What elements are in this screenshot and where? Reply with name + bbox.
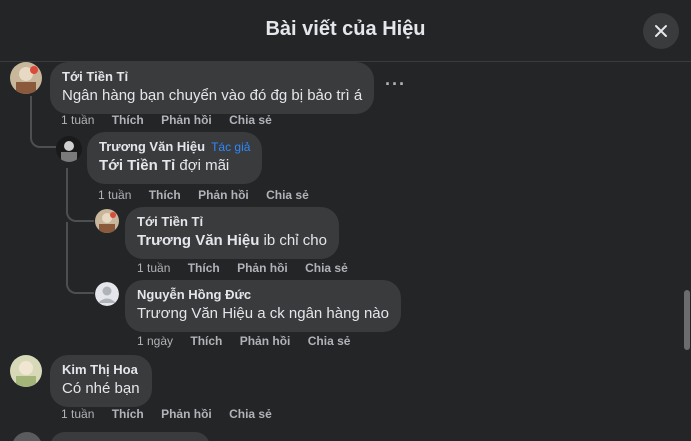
share-button[interactable]: Chia sẻ xyxy=(229,407,272,421)
comment-author[interactable]: Tới Tiền Tỉ xyxy=(137,214,327,230)
thread-line xyxy=(66,222,94,294)
like-button[interactable]: Thích xyxy=(112,113,144,127)
mention-link[interactable]: Trương Văn Hiệu xyxy=(137,232,259,249)
share-button[interactable]: Chia sẻ xyxy=(305,261,348,275)
comment-actions: 1 tuần Thích Phản hồi Chia sẻ xyxy=(137,261,362,275)
comment-actions: 1 ngày Thích Phản hồi Chia sẻ xyxy=(137,334,364,348)
more-options-icon[interactable]: ··· xyxy=(385,74,406,95)
reply-button[interactable]: Phản hồi xyxy=(237,261,288,275)
scrollbar-thumb[interactable] xyxy=(684,290,690,350)
avatar[interactable] xyxy=(95,282,119,306)
comment-time[interactable]: 1 tuần xyxy=(98,188,131,202)
like-button[interactable]: Thích xyxy=(112,407,144,421)
close-button[interactable] xyxy=(643,13,679,49)
reply-button[interactable]: Phản hồi xyxy=(161,113,212,127)
comment-bubble: Kim Thị Hoa Có nhé bạn xyxy=(50,355,152,407)
comment-actions: 1 tuần Thích Phản hồi Chia sẻ xyxy=(61,113,286,127)
comment-bubble: Tới Tiền Tỉ Trương Văn Hiệu ib chỉ cho xyxy=(125,207,339,259)
scrollbar[interactable] xyxy=(683,62,691,441)
comment-text: a ck ngân hàng nào xyxy=(257,305,389,322)
comment-text: ib chỉ cho xyxy=(263,232,327,249)
comment-time[interactable]: 1 ngày xyxy=(137,334,173,348)
share-button[interactable]: Chia sẻ xyxy=(229,113,272,127)
comment-author[interactable]: Kim Thị Hoa xyxy=(62,362,140,378)
reply-button[interactable]: Phản hồi xyxy=(198,188,249,202)
like-button[interactable]: Thích xyxy=(149,188,181,202)
like-button[interactable]: Thích xyxy=(190,334,222,348)
avatar[interactable] xyxy=(10,355,42,387)
dialog-header: Bài viết của Hiệu xyxy=(0,0,691,62)
comment-text: đợi mãi xyxy=(179,157,230,174)
comment-author[interactable]: Tới Tiền Tỉ xyxy=(62,69,362,85)
comment-author[interactable]: Nguyễn Hồng Đức xyxy=(137,287,389,303)
next-comment-bubble xyxy=(50,432,210,441)
comment-actions: 1 tuần Thích Phản hồi Chia sẻ xyxy=(61,407,286,421)
comment-bubble: Trương Văn Hiệu Tác giả Tới Tiền Tỉ đợi m… xyxy=(87,132,263,184)
avatar[interactable] xyxy=(56,136,82,162)
comment-bubble: Tới Tiền Tỉ Ngân hàng bạn chuyển vào đó … xyxy=(50,62,375,114)
mention-link[interactable]: Tới Tiền Tỉ xyxy=(99,157,175,174)
avatar[interactable] xyxy=(95,209,119,233)
comment-time[interactable]: 1 tuần xyxy=(137,261,170,275)
comment-text: Ngân hàng bạn chuyển vào đó đg bị bảo tr… xyxy=(62,87,363,104)
reply-button[interactable]: Phản hồi xyxy=(240,334,291,348)
comment-author[interactable]: Trương Văn Hiệu xyxy=(99,139,205,154)
share-button[interactable]: Chia sẻ xyxy=(308,334,351,348)
author-badge: Tác giả xyxy=(211,140,251,154)
comment-text: Có nhé bạn xyxy=(62,380,140,397)
comment-text-row: Trương Văn Hiệu ib chỉ cho xyxy=(137,231,327,251)
comment-time[interactable]: 1 tuần xyxy=(61,113,94,127)
comment-text-row: Tới Tiền Tỉ đợi mãi xyxy=(99,156,250,176)
comment-actions: 1 tuần Thích Phản hồi Chia sẻ xyxy=(98,188,323,202)
close-icon xyxy=(655,25,667,37)
comment-time[interactable]: 1 tuần xyxy=(61,407,94,421)
like-button[interactable]: Thích xyxy=(188,261,220,275)
dialog-title: Bài viết của Hiệu xyxy=(265,18,426,40)
comment-text-row: Trương Văn Hiệu a ck ngân hàng nào xyxy=(137,304,389,324)
reply-button[interactable]: Phản hồi xyxy=(161,407,212,421)
comment-author-row: Trương Văn Hiệu Tác giả xyxy=(99,139,250,155)
next-comment-avatar xyxy=(12,432,42,441)
mention-link[interactable]: Trương Văn Hiệu xyxy=(137,305,253,322)
share-button[interactable]: Chia sẻ xyxy=(266,188,309,202)
avatar[interactable] xyxy=(10,62,42,94)
comment-bubble: Nguyễn Hồng Đức Trương Văn Hiệu a ck ngâ… xyxy=(125,280,401,332)
